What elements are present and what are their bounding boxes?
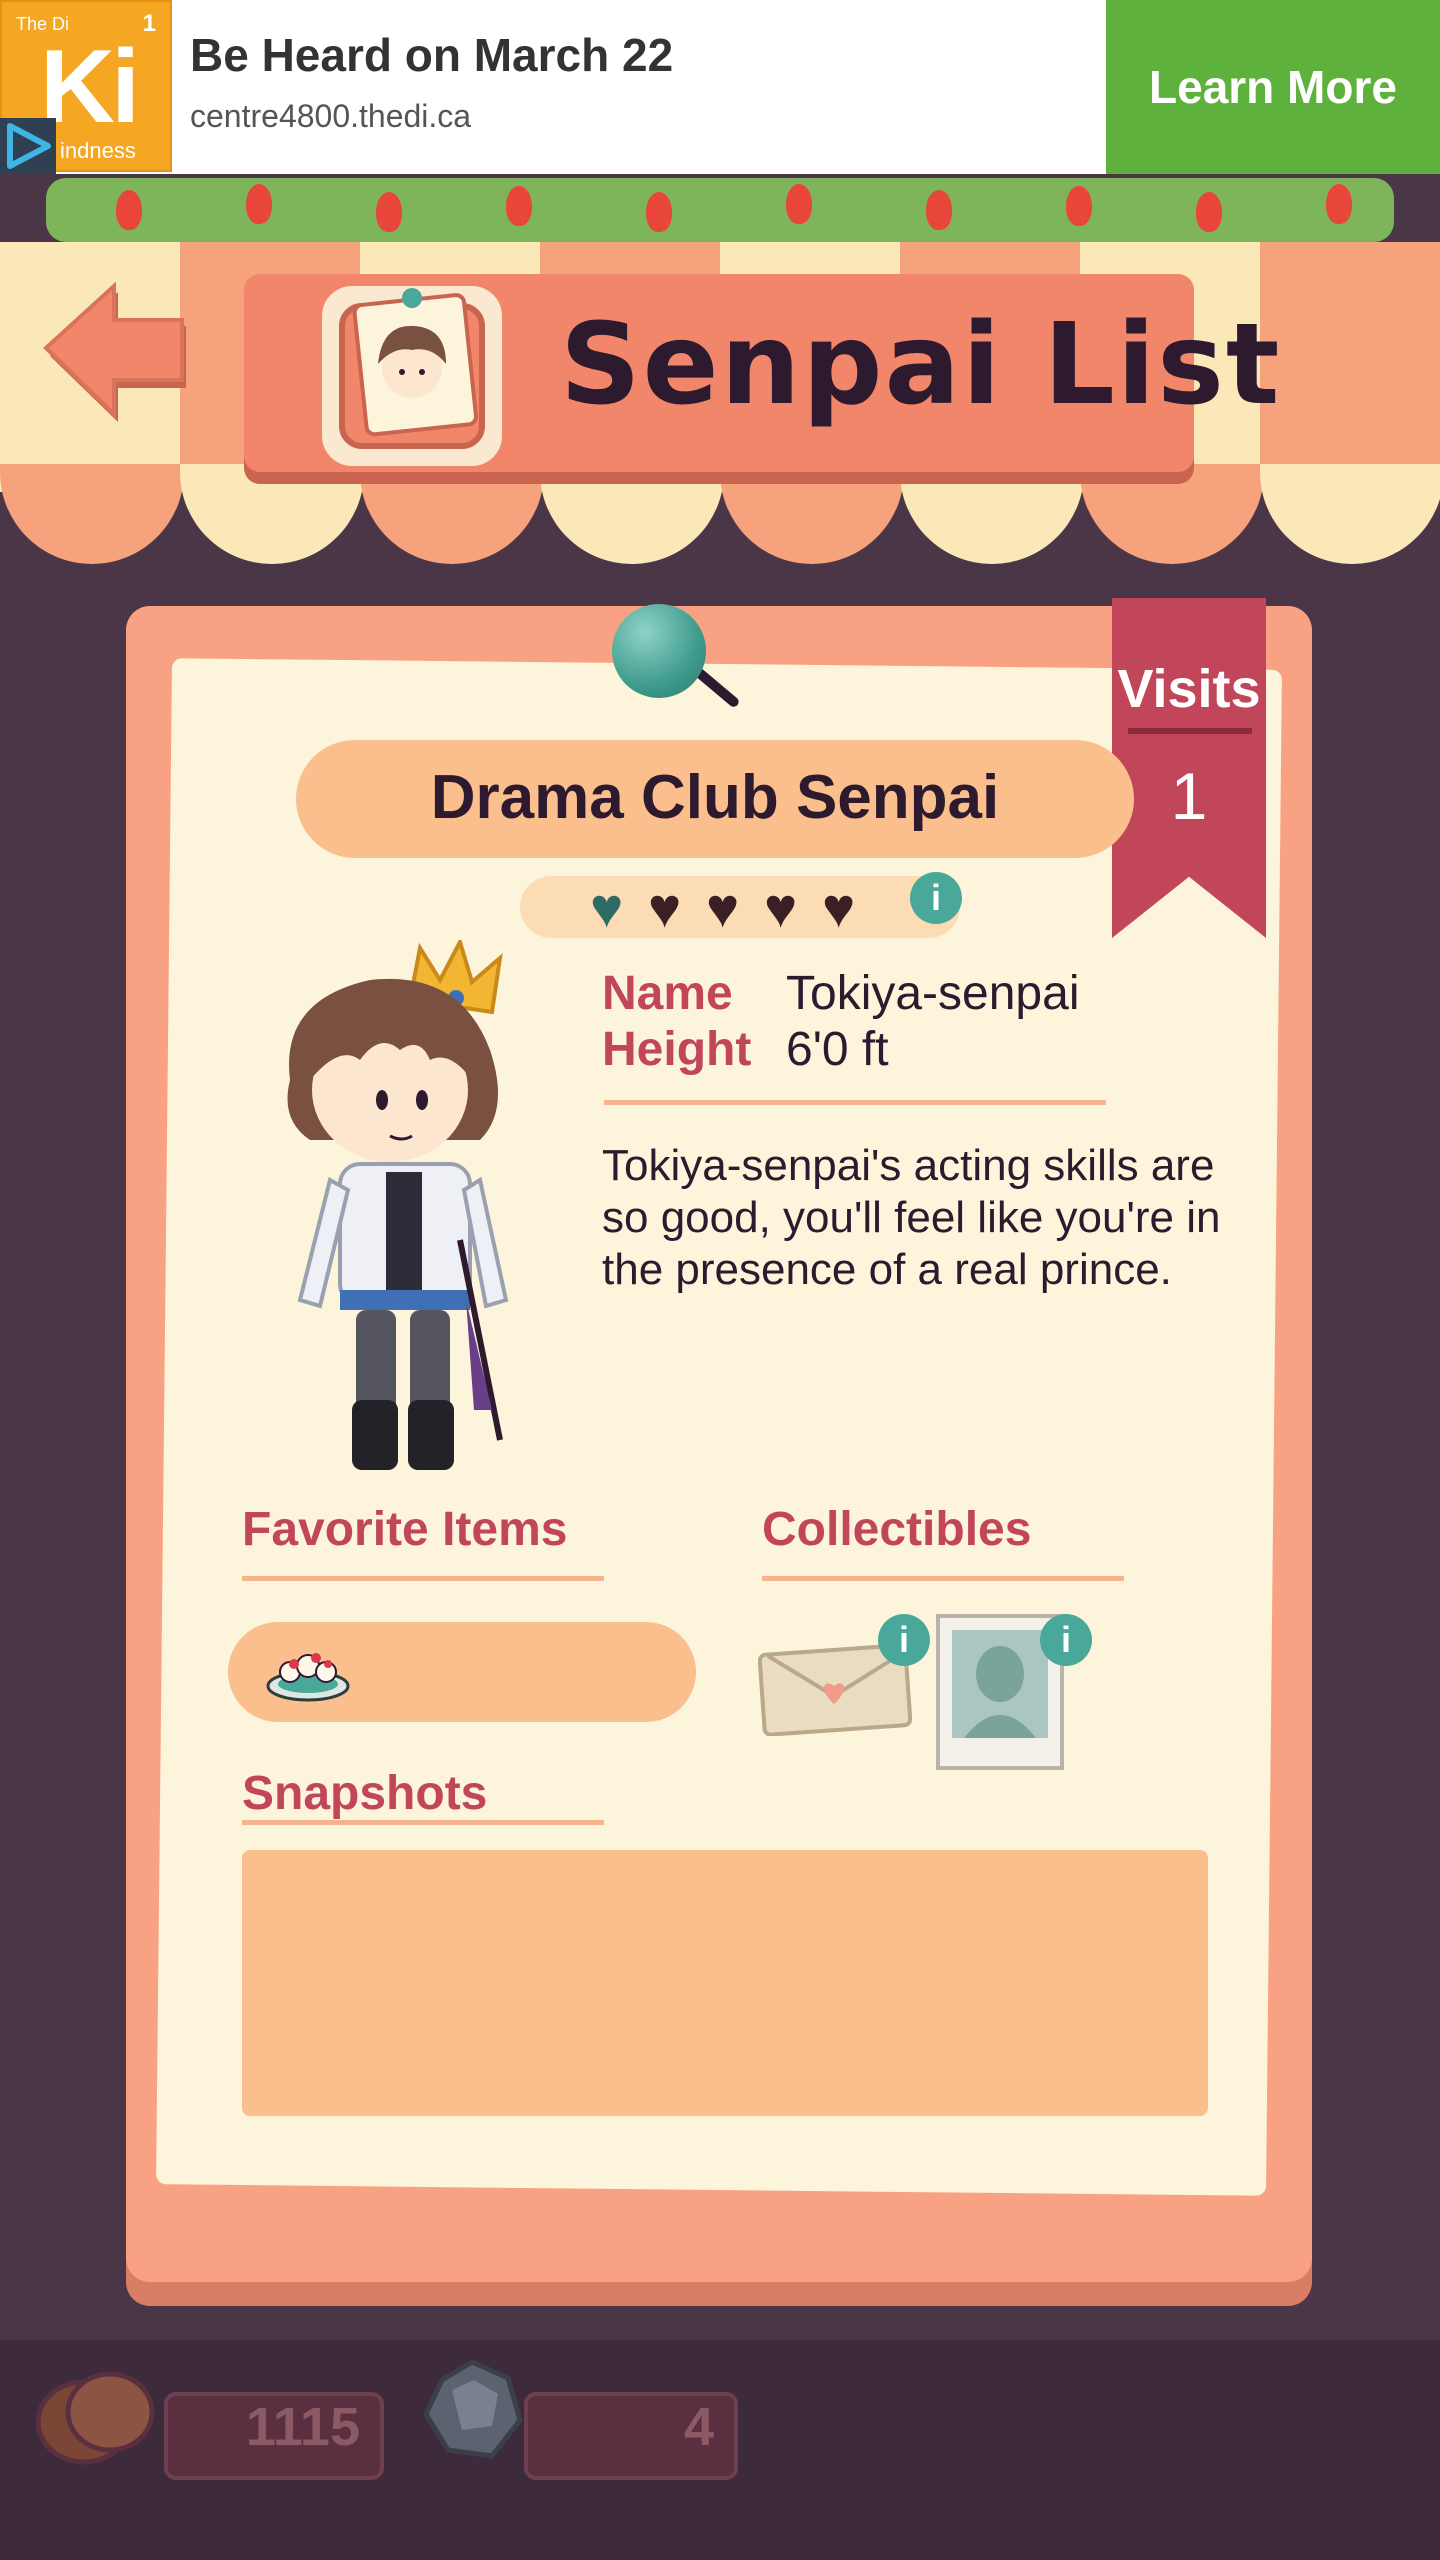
- senpai-portrait-icon: [312, 272, 512, 472]
- ad-logo-sub-text: indness: [60, 138, 136, 163]
- ad-url[interactable]: centre4800.thedi.ca: [190, 98, 471, 135]
- play-icon[interactable]: [0, 118, 56, 174]
- ad-title[interactable]: Be Heard on March 22: [190, 28, 673, 82]
- flower-garland: [46, 178, 1394, 242]
- gems-value: 4: [683, 2397, 714, 2457]
- heart-icon: ♥: [590, 876, 624, 939]
- favorite-items-divider: [242, 1576, 604, 1581]
- affection-bar: [520, 876, 960, 938]
- name-label: Name: [602, 967, 733, 1020]
- awning-scallop: [540, 464, 724, 564]
- collectibles-divider: [762, 1576, 1124, 1581]
- heart-icon: ♥: [822, 876, 856, 939]
- senpai-description: Tokiya-senpai's acting skills are so goo…: [602, 1141, 1221, 1294]
- coins-value: 1115: [245, 2397, 360, 2457]
- ad-logo-number: 1: [142, 10, 156, 37]
- collectibles-title: Collectibles: [762, 1503, 1032, 1556]
- pin-icon: [612, 604, 706, 698]
- snapshots-area[interactable]: [242, 1850, 1208, 2116]
- awning-scallop: [0, 464, 184, 564]
- ad-learn-more-button[interactable]: Learn More: [1106, 0, 1440, 174]
- visits-count: 1: [1170, 759, 1208, 833]
- name-value: Tokiya-senpai: [786, 967, 1080, 1020]
- favorite-items-title: Favorite Items: [242, 1503, 568, 1556]
- senpai-title: Drama Club Senpai: [430, 763, 1000, 832]
- affection-info-button[interactable]: i: [910, 872, 962, 924]
- heart-icon: ♥: [648, 876, 682, 939]
- visits-label: Visits: [1117, 659, 1261, 719]
- page-title: Senpai List: [560, 300, 1282, 430]
- height-label: Height: [602, 1023, 752, 1076]
- awning-scallop: [1260, 464, 1440, 564]
- awning-scallop: [720, 464, 904, 564]
- heart-icon: ♥: [764, 876, 798, 939]
- back-button[interactable]: [40, 278, 196, 438]
- visits-divider: [1128, 728, 1252, 734]
- height-value: 6'0 ft: [786, 1023, 889, 1076]
- awning-scallop: [900, 464, 1084, 564]
- snapshots-divider: [242, 1820, 604, 1825]
- awning-scallop: [360, 464, 544, 564]
- gem-icon: [412, 2350, 532, 2470]
- coins-icon: [30, 2360, 160, 2470]
- senpai-character: [260, 936, 540, 1480]
- info-divider: [604, 1100, 1106, 1105]
- dessert-plate-icon[interactable]: [264, 1640, 352, 1704]
- photo-info-button[interactable]: i: [1040, 1614, 1092, 1666]
- letter-info-button[interactable]: i: [878, 1614, 930, 1666]
- back-arrow-icon: [43, 281, 186, 422]
- awning-scallop: [180, 464, 364, 564]
- snapshots-title: Snapshots: [242, 1767, 488, 1820]
- awning-scallop: [1080, 464, 1264, 564]
- heart-icon: ♥: [706, 876, 740, 939]
- ad-banner[interactable]: The Di 1 Ki indness Be Heard on March 22…: [0, 0, 1440, 174]
